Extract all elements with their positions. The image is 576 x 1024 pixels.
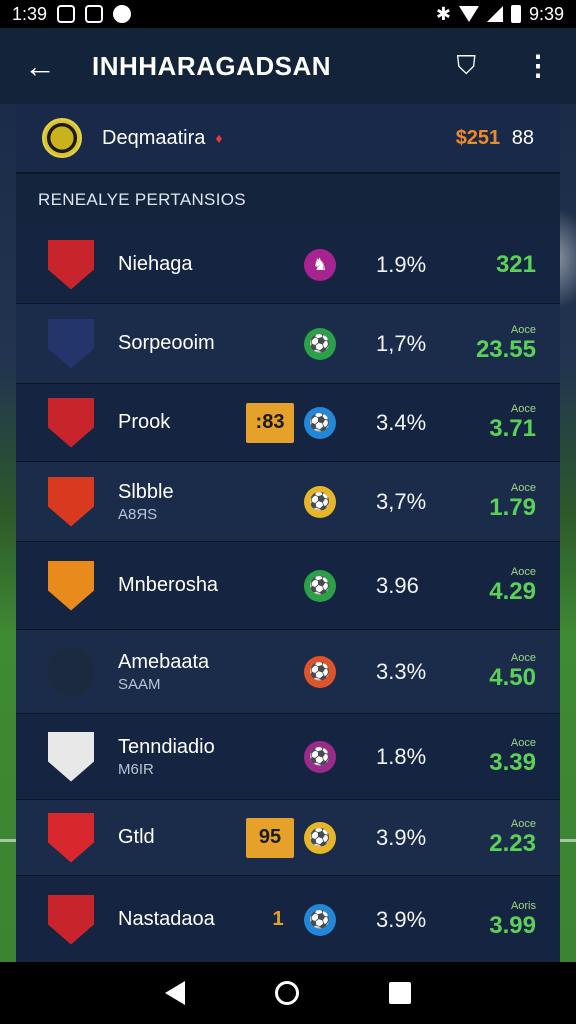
back-arrow-icon[interactable]: ← <box>24 48 64 85</box>
table-row[interactable]: Nastadaoa 1 ⚽ 3.9% Aoris 3.99 <box>16 876 560 964</box>
sport-icon: ⚽ <box>304 327 336 360</box>
sport-icon: ⚽ <box>304 821 336 854</box>
table-row[interactable]: Gtld 95 ⚽ 3.9% Aoce 2.23 <box>16 800 560 876</box>
sport-icon: ⚽ <box>304 485 336 518</box>
rank-badge: :83 <box>246 402 294 443</box>
rank-badge: 1 <box>272 908 284 930</box>
odds-label: Aoris <box>510 899 536 912</box>
notification-icon <box>57 5 76 23</box>
nav-recent-icon[interactable] <box>389 982 411 1004</box>
odds-label: Aoce <box>510 565 536 578</box>
table-row[interactable]: Prook :83 ⚽ 3.4% Aoce 3.71 <box>16 384 560 462</box>
main-panel: Deqmaatira ♦ $251 88 RENEALYE PERTANSIOS… <box>16 104 560 964</box>
odds-value[interactable]: 23.55 <box>476 336 536 364</box>
header-team-name: Deqmaatira <box>102 126 206 149</box>
team-subtitle: M6IR <box>118 760 154 778</box>
team-crest-icon <box>48 397 94 448</box>
odds-value[interactable]: 4.29 <box>489 578 536 606</box>
team-name: Sorpeooim <box>118 332 215 354</box>
status-time-left: 1:39 <box>12 3 48 24</box>
odds-label: Aoce <box>510 323 536 336</box>
status-time-right: 9:39 <box>528 3 564 24</box>
section-title: RENEALYE PERTANSIOS <box>16 174 560 226</box>
wifi-icon <box>458 6 479 22</box>
odds-label: Aoce <box>510 402 536 415</box>
flag-icon: ♦ <box>215 130 223 146</box>
odds-value[interactable]: 1.79 <box>489 494 536 522</box>
team-name: Prook <box>118 411 171 433</box>
dot-notification-icon <box>113 5 132 23</box>
odds-value[interactable]: 3.71 <box>489 415 536 443</box>
battery-icon <box>510 5 521 23</box>
header-count: 88 <box>511 126 534 149</box>
profile-icon[interactable]: ⛉ <box>456 50 476 82</box>
percentage-value: 3,7% <box>376 488 427 514</box>
odds-label: Aoce <box>510 651 536 664</box>
odds-value[interactable]: 4.50 <box>489 664 536 692</box>
sport-icon: ♞ <box>304 248 336 281</box>
odds-value[interactable]: 3.39 <box>489 749 536 777</box>
odds-label: Aoce <box>510 817 536 830</box>
team-crest-icon <box>48 731 94 782</box>
status-bar: 1:39 ✱ 9:39 <box>0 0 576 28</box>
team-name: Amebaata <box>118 650 210 673</box>
team-crest-icon <box>48 560 94 611</box>
team-name: Mnberosha <box>118 574 219 596</box>
team-crest-icon <box>48 239 94 290</box>
percentage-value: 3.96 <box>376 572 419 598</box>
sport-icon: ⚽ <box>304 740 336 773</box>
table-row[interactable]: Sorpeooim ⚽ 1,7% Aoce 23.55 <box>16 304 560 384</box>
team-list: Niehaga ♞ 1.9% 321 Sorpeooim ⚽ 1,7% Aoce 23.55 Pr… <box>16 226 560 964</box>
sport-icon: ⚽ <box>304 655 336 688</box>
team-logo-icon <box>42 118 82 158</box>
sport-icon: ⚽ <box>304 903 336 936</box>
team-name: Tenndiadio <box>118 735 215 758</box>
percentage-value: 1.9% <box>376 251 427 277</box>
team-name: Niehaga <box>118 253 193 275</box>
odds-label: Aoce <box>510 481 536 494</box>
header-price: $251 <box>455 126 501 149</box>
percentage-value: 3.9% <box>376 824 427 850</box>
table-row[interactable]: Niehaga ♞ 1.9% 321 <box>16 226 560 304</box>
table-row[interactable]: Tenndiadio M6IR ⚽ 1.8% Aoce 3.39 <box>16 714 560 800</box>
percentage-value: 1.8% <box>376 743 427 769</box>
percentage-value: 3.9% <box>376 906 427 932</box>
more-vert-icon[interactable]: ⋮ <box>524 52 552 80</box>
team-crest-icon <box>48 894 94 945</box>
table-row[interactable]: Amebaata SAAM ⚽ 3.3% Aoce 4.50 <box>16 630 560 714</box>
bluetooth-icon: ✱ <box>435 3 451 24</box>
team-crest-icon <box>48 476 94 527</box>
team-name: Nastadaoa <box>118 908 215 930</box>
team-crest-icon <box>48 318 94 369</box>
percentage-value: 1,7% <box>376 330 427 356</box>
team-subtitle: SAAM <box>118 675 161 693</box>
nav-back-icon[interactable] <box>165 981 185 1005</box>
app-notification-icon <box>85 5 104 23</box>
app-title: INHHARAGADSAN <box>92 50 332 81</box>
signal-icon <box>486 6 503 22</box>
sport-icon: ⚽ <box>304 569 336 602</box>
sport-icon: ⚽ <box>304 406 336 439</box>
team-crest-icon <box>48 647 94 696</box>
percentage-value: 3.4% <box>376 409 427 435</box>
table-row[interactable]: Slbble A8ЯS ⚽ 3,7% Aoce 1.79 <box>16 462 560 542</box>
team-crest-icon <box>48 812 94 863</box>
rank-badge: 95 <box>246 817 294 858</box>
odds-value[interactable]: 321 <box>496 251 536 279</box>
table-row[interactable]: Mnberosha ⚽ 3.96 Aoce 4.29 <box>16 542 560 630</box>
team-name: Gtld <box>118 826 155 848</box>
odds-value[interactable]: 2.23 <box>489 830 536 858</box>
odds-label: Aoce <box>510 736 536 749</box>
team-header[interactable]: Deqmaatira ♦ $251 88 <box>16 104 560 174</box>
team-subtitle: A8ЯS <box>118 505 158 523</box>
navigation-bar <box>0 962 576 1024</box>
odds-value[interactable]: 3.99 <box>489 912 536 940</box>
nav-home-icon[interactable] <box>275 981 299 1005</box>
team-name: Slbble <box>118 480 174 503</box>
percentage-value: 3.3% <box>376 658 427 684</box>
app-bar: ← INHHARAGADSAN ⛉ ⋮ <box>0 28 576 104</box>
